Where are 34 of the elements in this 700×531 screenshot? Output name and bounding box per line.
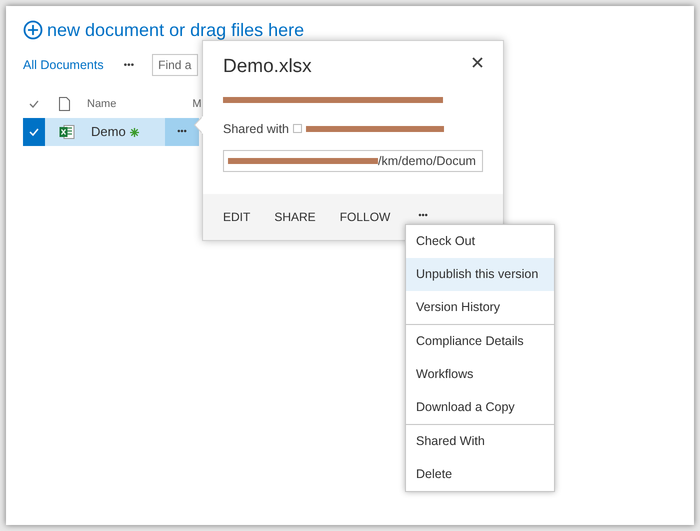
url-field[interactable]: /km/demo/Docum [223,150,483,172]
action-link[interactable]: SHARE [274,208,316,226]
menu-item[interactable]: Compliance Details [406,325,554,358]
view-link[interactable]: All Documents [23,56,104,74]
check-icon [29,100,39,108]
more-button[interactable]: ••• [165,118,199,146]
action-link[interactable]: ••• [418,208,428,222]
close-icon[interactable] [472,57,483,68]
file-name[interactable]: Demo [91,122,126,142]
action-link[interactable]: FOLLOW [340,208,390,226]
callout-title: Demo.xlsx [223,55,312,79]
menu-item[interactable]: Delete [406,458,554,491]
new-item-icon [130,128,139,136]
column-header[interactable]: Name [87,96,116,112]
search-field[interactable]: Find a [152,54,198,76]
document-icon [59,97,70,111]
menu-item[interactable]: Workflows [406,358,554,391]
presence-icon [293,124,302,134]
menu-item[interactable]: Shared With [406,425,554,458]
new-document-link[interactable]: new document or drag files here [47,21,304,39]
shared-with-label: Shared with [223,120,290,138]
plus-icon [23,20,43,40]
column-header[interactable]: M [192,96,202,112]
more-button[interactable]: ••• [124,58,134,72]
check-icon [29,128,39,136]
menu-item[interactable]: Unpublish this version [406,258,554,291]
table-row[interactable]: Demo ••• [45,118,199,146]
menu-item[interactable]: Check Out [406,225,554,258]
url-text: /km/demo/Docum [378,152,476,170]
spreadsheet-icon [59,124,75,140]
action-link[interactable]: EDIT [223,208,250,226]
menu-item[interactable]: Download a Copy [406,391,554,424]
row-checkbox[interactable] [23,118,45,146]
menu-item[interactable]: Version History [406,291,554,324]
